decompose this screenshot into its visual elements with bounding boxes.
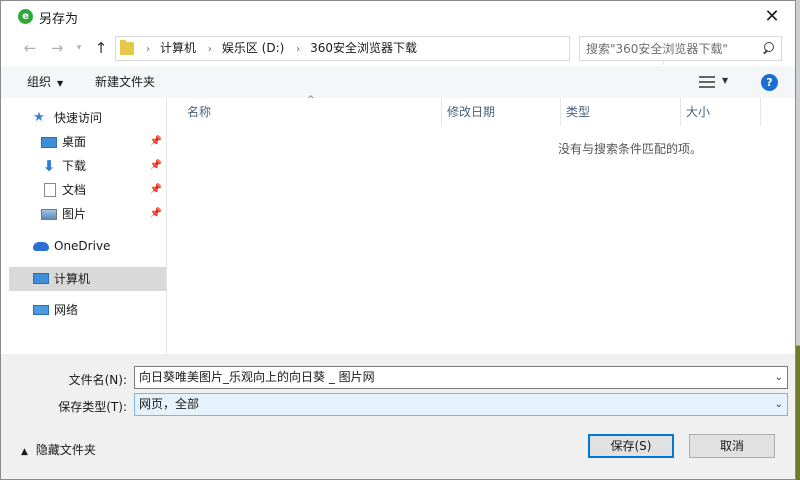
breadcrumb-separator-icon[interactable]: › [146, 44, 150, 55]
sidebar-item-label: 快速访问 [54, 111, 103, 125]
new-folder-button[interactable]: 新建文件夹 [95, 66, 155, 98]
cancel-button[interactable]: 取消 [689, 434, 775, 458]
file-list: ^ 名称 修改日期 类型 大小 没有与搜索条件匹配的项。 [167, 95, 795, 354]
filetype-label: 保存类型(T): [58, 400, 127, 414]
sidebar-item-documents[interactable]: 文档 📌 [9, 178, 166, 202]
column-header-size[interactable]: 大小 [680, 98, 760, 126]
up-arrow-icon[interactable]: ↑ [90, 37, 112, 59]
navigation-bar: ← → ▾ ↑ ›计算机 ›娱乐区 (D:) ›360安全浏览器下载 ⌄ ↻ [1, 33, 795, 65]
pictures-icon [41, 209, 57, 220]
chevron-up-icon: ▲ [21, 447, 28, 457]
breadcrumb-separator-icon[interactable]: › [296, 44, 300, 55]
save-as-dialog: e 另存为 ✕ ← → ▾ ↑ › 计算机 › 娱乐区 (D:) › 360安全浏览器… [0, 0, 796, 480]
save-options-panel: 文件名(N): 向日葵唯美图片_乐观向上的向日葵 _ 图片网 ⌄ 保存类型(T)… [1, 354, 795, 479]
search-box[interactable] [579, 36, 782, 61]
sidebar-item-label: 计算机 [54, 272, 91, 286]
sidebar-item-label: 图片 [62, 207, 87, 221]
chevron-down-icon[interactable]: ⌄ [775, 367, 783, 388]
recent-locations-chevron-icon[interactable]: ▾ [68, 37, 90, 59]
address-bar[interactable]: ›计算机 ›娱乐区 (D:) ›360安全浏览器下载 ⌄ ↻ [115, 36, 680, 65]
filename-field[interactable]: 向日葵唯美图片_乐观向上的向日葵 _ 图片网 ⌄ [134, 366, 788, 389]
sidebar-item-onedrive[interactable]: OneDrive [9, 234, 166, 258]
caret-down-icon: ▼ [57, 79, 64, 88]
organize-label: 组织 [27, 75, 52, 89]
empty-result-message: 没有与搜索条件匹配的项。 [557, 142, 702, 156]
hide-folders-toggle[interactable]: ▲ 隐藏文件夹 [21, 441, 96, 458]
close-button[interactable]: ✕ [749, 1, 795, 32]
network-icon [33, 305, 49, 315]
filetype-select[interactable]: 网页，全部 ⌄ [134, 393, 788, 416]
forward-arrow-icon[interactable]: → [46, 37, 68, 59]
filename-label: 文件名(N): [68, 373, 127, 387]
pin-icon[interactable]: 📌 [150, 130, 162, 154]
download-icon: ⬇ [42, 157, 56, 175]
sidebar-item-quick-access[interactable]: ★ 快速访问 [9, 106, 166, 130]
sidebar-item-desktop[interactable]: 桌面 📌 [9, 130, 166, 154]
sidebar-item-label: 文档 [62, 183, 87, 197]
window-title: 另存为 [39, 12, 79, 27]
filetype-value[interactable]: 网页，全部 [139, 394, 199, 415]
desktop-icon [41, 137, 57, 148]
column-header-type[interactable]: 类型 [560, 98, 680, 126]
breadcrumb-folder[interactable]: 360安全浏览器下载 [310, 41, 417, 55]
star-icon: ★ [33, 110, 45, 125]
breadcrumb-separator-icon[interactable]: › [208, 44, 212, 55]
search-input[interactable] [586, 39, 756, 58]
cloud-icon [33, 242, 49, 251]
computer-icon [33, 273, 49, 284]
view-options-icon[interactable] [699, 76, 715, 88]
sidebar-item-network[interactable]: 网络 [9, 298, 166, 322]
breadcrumb-drive[interactable]: 娱乐区 (D:) [222, 41, 284, 55]
column-header-name[interactable]: 名称 [181, 98, 441, 126]
help-icon[interactable]: ? [761, 74, 778, 91]
pin-icon[interactable]: 📌 [150, 178, 162, 202]
sidebar-item-label: 下载 [62, 159, 87, 173]
filename-value[interactable]: 向日葵唯美图片_乐观向上的向日葵 _ 图片网 [139, 367, 375, 388]
document-icon [44, 183, 56, 197]
back-arrow-icon[interactable]: ← [19, 37, 41, 59]
search-icon[interactable] [761, 41, 775, 57]
browser-icon: e [18, 9, 33, 24]
save-button[interactable]: 保存(S) [588, 434, 674, 458]
hide-folders-label: 隐藏文件夹 [35, 443, 96, 457]
pin-icon[interactable]: 📌 [150, 154, 162, 178]
sidebar-item-label: 网络 [54, 303, 79, 317]
breadcrumb: › 计算机 › 娱乐区 (D:) › 360安全浏览器下载 [142, 37, 421, 60]
organize-menu-button[interactable]: 组织 ▼ [27, 66, 63, 98]
command-bar: 组织 ▼ 新建文件夹 ▼ ? [1, 66, 795, 98]
column-header-date[interactable]: 修改日期 [441, 98, 561, 126]
title-bar: e 另存为 ✕ [1, 1, 795, 32]
desktop-background [796, 0, 800, 480]
breadcrumb-computer[interactable]: 计算机 [160, 41, 196, 55]
sidebar-item-pictures[interactable]: 图片 📌 [9, 202, 166, 226]
sidebar-item-downloads[interactable]: ⬇ 下载 📌 [9, 154, 166, 178]
pin-icon[interactable]: 📌 [150, 202, 162, 226]
folder-icon [120, 40, 134, 55]
chevron-down-icon[interactable]: ⌄ [775, 394, 783, 415]
sidebar-item-label: OneDrive [54, 239, 111, 253]
sidebar-item-computer[interactable]: 计算机 [9, 267, 166, 291]
navigation-pane: ★ 快速访问 桌面 📌 ⬇ 下载 📌 文档 📌 图片 📌 OneDrive 计算… [1, 98, 166, 354]
column-divider[interactable] [760, 98, 761, 126]
sidebar-item-label: 桌面 [62, 135, 87, 149]
view-dropdown-caret-icon[interactable]: ▼ [722, 76, 728, 85]
